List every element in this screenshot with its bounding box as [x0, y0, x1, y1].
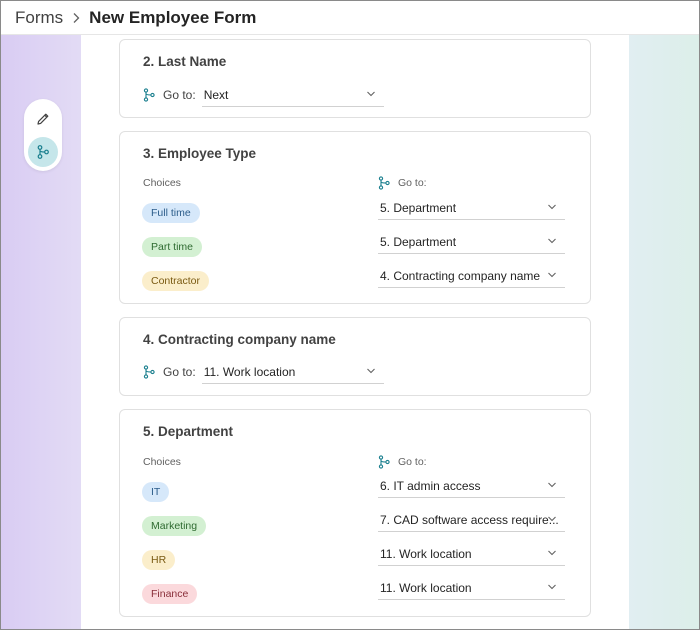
chevron-down-icon [547, 549, 557, 557]
breadcrumb-forms-link[interactable]: Forms [15, 8, 63, 28]
chevron-down-icon [547, 583, 557, 591]
choice-pill-contractor: Contractor [142, 271, 210, 291]
question-card-contracting-company: 4. Contracting company name Go to: 11. W… [119, 317, 591, 396]
choice-pill-hr: HR [142, 550, 176, 570]
goto-select[interactable]: 11. Work location [201, 360, 384, 384]
goto-select-marketing[interactable]: 7. CAD software access require... [378, 508, 565, 532]
choice-pill-full-time: Full time [142, 203, 200, 223]
goto-column-header: Go to: [378, 455, 427, 469]
choices-label: Choices [143, 456, 181, 468]
question-title: 2. Last Name [143, 54, 227, 69]
goto-select-value: 6. IT admin access [380, 478, 481, 493]
choices-label: Choices [143, 177, 181, 189]
question-title: 3. Employee Type [143, 146, 257, 161]
chevron-down-icon [547, 271, 557, 279]
choice-pill-part-time: Part time [142, 237, 203, 257]
chevron-down-icon [547, 237, 557, 245]
edit-mode-button[interactable] [28, 104, 58, 134]
goto-select-value: 7. CAD software access require... [380, 512, 559, 527]
choice-pill-marketing: Marketing [142, 516, 207, 536]
goto-select-hr[interactable]: 11. Work location [378, 542, 565, 566]
goto-label: Go to: [398, 177, 427, 189]
chevron-down-icon [547, 203, 557, 211]
question-title: 4. Contracting company name [143, 332, 336, 347]
branching-icon [378, 176, 390, 190]
goto-label: Go to: [163, 365, 196, 379]
goto-row: Go to: 11. Work location [143, 360, 384, 384]
view-toolbar [24, 99, 62, 171]
goto-select[interactable]: Next [201, 83, 384, 107]
question-card-department: 5. Department Choices Go to: IT 6. IT ad… [119, 409, 591, 617]
goto-select-value: 11. Work location [203, 364, 296, 379]
branching-mode-button[interactable] [28, 137, 58, 167]
chevron-down-icon [366, 90, 376, 98]
goto-select-full-time[interactable]: 5. Department [378, 196, 565, 220]
goto-select-value: 11. Work location [380, 580, 472, 595]
page-title: New Employee Form [89, 7, 257, 27]
chevron-down-icon [547, 515, 557, 523]
question-card-last-name: 2. Last Name Go to: Next [119, 39, 591, 118]
goto-select-part-time[interactable]: 5. Department [378, 230, 565, 254]
goto-select-value: Next [203, 87, 229, 102]
choice-pill-finance: Finance [142, 584, 198, 604]
chevron-right-icon [71, 12, 81, 24]
goto-select-finance[interactable]: 11. Work location [378, 576, 565, 600]
app-window: Forms New Employee Form 2. Last Name Go … [0, 0, 700, 630]
goto-select-it[interactable]: 6. IT admin access [378, 474, 565, 498]
branching-icon [143, 88, 155, 102]
question-title: 5. Department [143, 424, 234, 439]
goto-select-value: 5. Department [380, 234, 457, 249]
pencil-icon [35, 111, 51, 127]
chevron-down-icon [547, 481, 557, 489]
branching-icon [143, 365, 155, 379]
goto-select-contractor[interactable]: 4. Contracting company name [378, 264, 565, 288]
choice-pill-it: IT [142, 482, 170, 502]
goto-label: Go to: [163, 88, 196, 102]
goto-select-value: 4. Contracting company name [380, 268, 541, 283]
goto-select-value: 5. Department [380, 200, 457, 215]
question-card-employee-type: 3. Employee Type Choices Go to: Full tim… [119, 131, 591, 304]
chevron-down-icon [366, 367, 376, 375]
breadcrumb: Forms New Employee Form [1, 1, 699, 35]
branching-icon [35, 144, 51, 160]
goto-label: Go to: [398, 456, 427, 468]
goto-row: Go to: Next [143, 83, 384, 107]
goto-select-value: 11. Work location [380, 546, 472, 561]
goto-column-header: Go to: [378, 176, 427, 190]
branching-icon [378, 455, 390, 469]
